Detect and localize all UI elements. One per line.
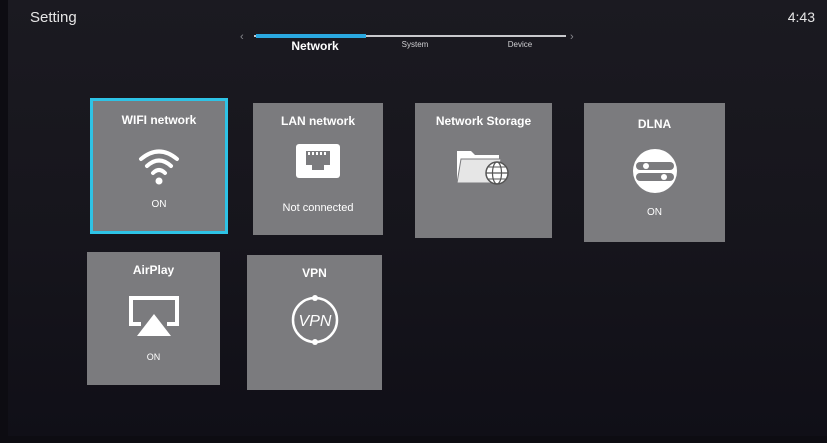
tab-active-indicator <box>256 34 366 38</box>
app-title: Setting <box>30 9 77 26</box>
svg-text:VPN: VPN <box>298 313 331 330</box>
ethernet-port-icon <box>296 144 340 178</box>
tile-dlna[interactable]: DLNA ON <box>584 103 725 242</box>
settings-screen: Setting 4:43 ‹ Network System Device › W… <box>8 0 827 436</box>
tile-label: VPN <box>302 266 327 280</box>
tile-label: WIFI network <box>121 113 197 127</box>
tile-label: Network Storage <box>435 114 532 128</box>
airplay-icon <box>128 296 179 336</box>
tab-system[interactable]: System <box>385 40 445 49</box>
tile-status: ON <box>647 207 662 218</box>
tab-device[interactable]: Device <box>490 40 550 49</box>
chevron-left-icon[interactable]: ‹ <box>240 31 244 43</box>
tile-network-storage[interactable]: Network Storage <box>415 103 552 238</box>
tab-network[interactable]: Network <box>280 39 350 53</box>
chevron-right-icon[interactable]: › <box>570 31 574 43</box>
clock: 4:43 <box>787 9 815 25</box>
tile-status: ON <box>146 352 161 362</box>
vpn-icon: VPN <box>291 295 338 345</box>
tile-label: AirPlay <box>132 263 175 277</box>
tile-lan-network[interactable]: LAN network Not connected <box>253 103 383 235</box>
tab-bar: ‹ Network System Device › <box>240 30 580 54</box>
tile-airplay[interactable]: AirPlay ON <box>87 252 220 385</box>
tile-wifi-network[interactable]: WIFI network ON <box>90 98 228 234</box>
wifi-icon <box>139 149 179 185</box>
tile-vpn[interactable]: VPN VPN <box>247 255 382 390</box>
dlna-icon <box>632 149 677 193</box>
folder-globe-icon <box>455 151 509 185</box>
tile-status: Not connected <box>282 202 354 214</box>
tile-status: ON <box>151 199 167 210</box>
tile-label: DLNA <box>637 117 672 131</box>
tile-label: LAN network <box>280 114 355 128</box>
